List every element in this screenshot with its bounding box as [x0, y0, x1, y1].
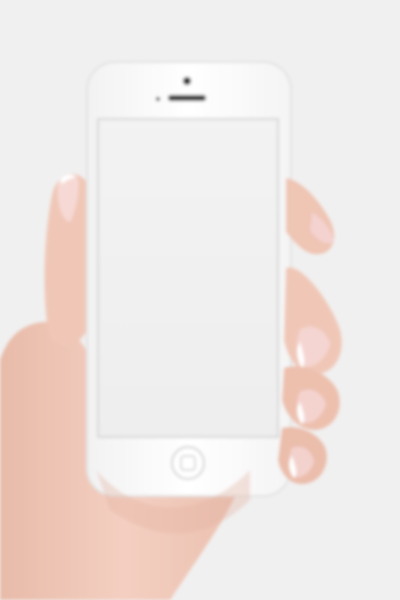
phone-screen: [97, 118, 279, 438]
earpiece-speaker-icon: [168, 95, 206, 101]
home-button-icon: [171, 446, 205, 480]
sensor-icon: [156, 97, 160, 101]
front-camera-icon: [183, 77, 191, 85]
hand-phone-illustration: [0, 61, 342, 600]
photo-scene: [0, 0, 400, 600]
